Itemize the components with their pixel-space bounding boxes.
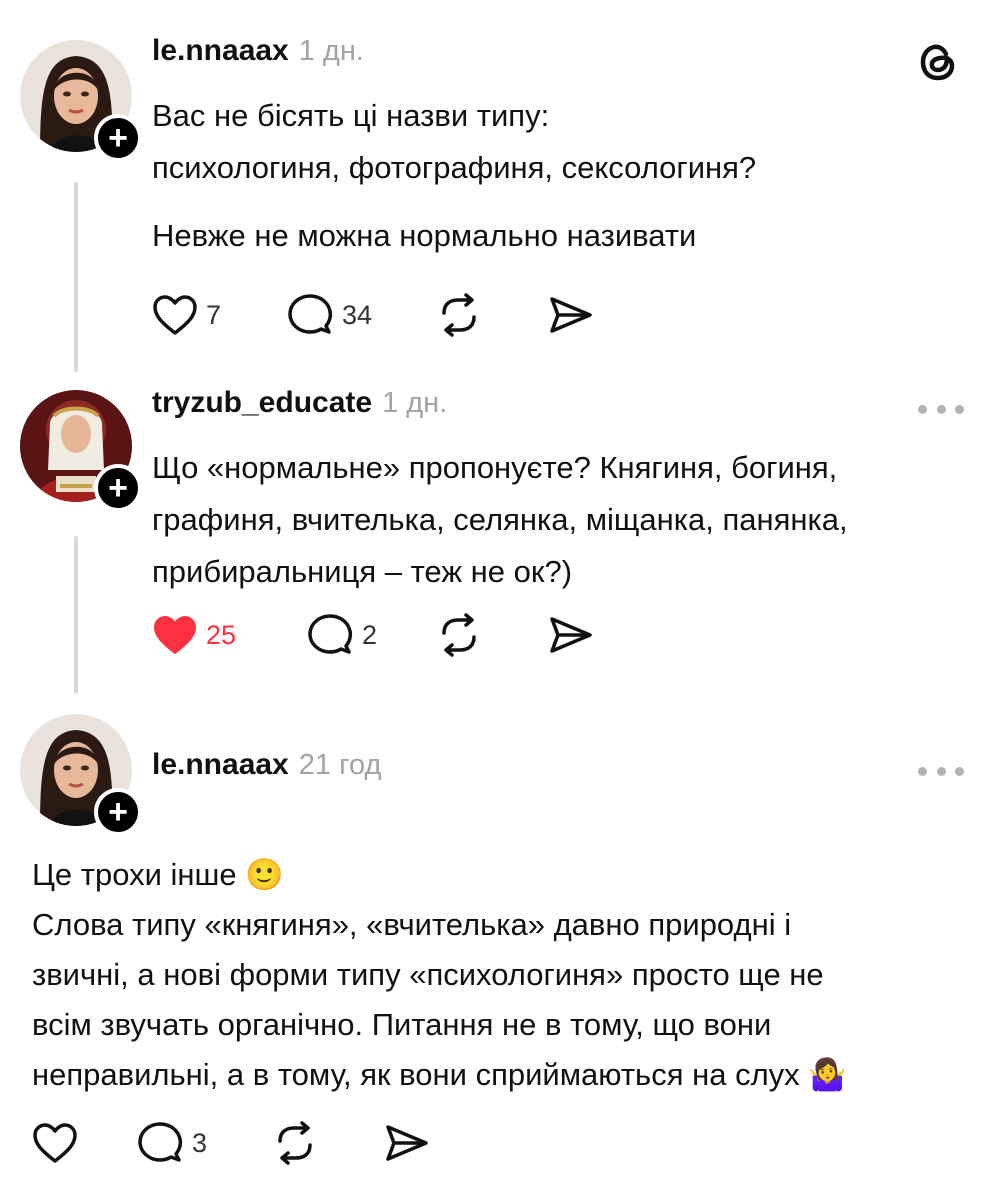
- post-actions: 3: [32, 1118, 492, 1168]
- reply-count: 34: [342, 299, 373, 330]
- post-line: Що «нормальне» пропонуєте? Княгиня, боги…: [152, 450, 838, 485]
- share-button[interactable]: [548, 290, 594, 340]
- post-line: неправильні, а в тому, як вони сприймают…: [32, 1057, 847, 1092]
- send-icon: [550, 617, 592, 653]
- reply-count: 3: [192, 1127, 208, 1158]
- more-options-icon[interactable]: [918, 402, 964, 416]
- reply-button[interactable]: 34: [286, 290, 372, 340]
- post-line: [152, 194, 756, 210]
- repost-icon: [278, 1121, 312, 1165]
- more-options-icon[interactable]: [918, 764, 964, 778]
- post-body: Що «нормальне» пропонуєте? Княгиня, боги…: [152, 442, 848, 598]
- comment-icon: [138, 1122, 183, 1162]
- like-button[interactable]: [32, 1118, 86, 1168]
- thread-line: [74, 182, 78, 372]
- threads-logo-icon[interactable]: [916, 40, 960, 84]
- username[interactable]: le.nnaaax: [152, 748, 289, 782]
- timestamp: 1 дн.: [382, 387, 448, 419]
- post-line: Це трохи інше 🙂: [32, 857, 284, 892]
- post-line: прибиральниця – теж не ок?): [152, 554, 573, 589]
- post-line: Слова типу «княгиня», «вчителька» давно …: [32, 907, 792, 942]
- repost-button[interactable]: [272, 1118, 318, 1168]
- heart-icon: [153, 295, 197, 335]
- send-icon: [550, 297, 592, 333]
- timestamp: 21 год: [298, 749, 382, 781]
- post-body: Це трохи інше 🙂 Слова типу «княгиня», «в…: [32, 850, 847, 1100]
- follow-plus-button[interactable]: +: [94, 464, 142, 512]
- post-line: Вас не бісять ці назви типу:: [152, 98, 550, 133]
- post-header: le.nnaaax 21 год: [152, 748, 381, 782]
- timestamp: 1 дн.: [298, 35, 364, 67]
- repost-icon: [442, 613, 476, 657]
- post-actions: 25 2: [152, 610, 612, 660]
- heart-filled-icon: [154, 616, 196, 654]
- repost-icon: [442, 293, 476, 337]
- username[interactable]: le.nnaaax: [152, 34, 289, 68]
- like-count: 7: [206, 299, 222, 330]
- post-line: всім звучать органічно. Питання не в том…: [32, 1007, 772, 1042]
- comment-icon: [308, 614, 353, 654]
- comment-icon: [288, 294, 333, 334]
- like-button[interactable]: 7: [152, 290, 221, 340]
- post-actions: 7 34: [152, 290, 612, 340]
- post-line: звичні, а нові форми типу «психологиня» …: [32, 957, 824, 992]
- username[interactable]: tryzub_educate: [152, 386, 372, 420]
- repost-button[interactable]: [436, 290, 482, 340]
- like-count: 25: [206, 619, 237, 650]
- post-line: психологиня, фотографиня, сексологиня?: [152, 150, 757, 185]
- heart-icon: [33, 1123, 77, 1163]
- share-button[interactable]: [384, 1118, 430, 1168]
- thread-line: [74, 536, 78, 694]
- like-button[interactable]: 25: [152, 610, 236, 660]
- reply-button[interactable]: 3: [136, 1118, 207, 1168]
- reply-count: 2: [362, 619, 378, 650]
- repost-button[interactable]: [436, 610, 482, 660]
- post-body: Вас не бісять ці назви типу: психологиня…: [152, 90, 756, 262]
- reply-button[interactable]: 2: [306, 610, 377, 660]
- share-button[interactable]: [548, 610, 594, 660]
- post-header: tryzub_educate 1 дн.: [152, 386, 447, 420]
- send-icon: [386, 1125, 428, 1161]
- post-line: графиня, вчителька, селянка, міщанка, па…: [152, 502, 848, 537]
- post-line: Невже не можна нормально називати: [152, 218, 697, 253]
- follow-plus-button[interactable]: +: [94, 114, 142, 162]
- follow-plus-button[interactable]: +: [94, 788, 142, 836]
- post-header: le.nnaaax 1 дн.: [152, 34, 364, 68]
